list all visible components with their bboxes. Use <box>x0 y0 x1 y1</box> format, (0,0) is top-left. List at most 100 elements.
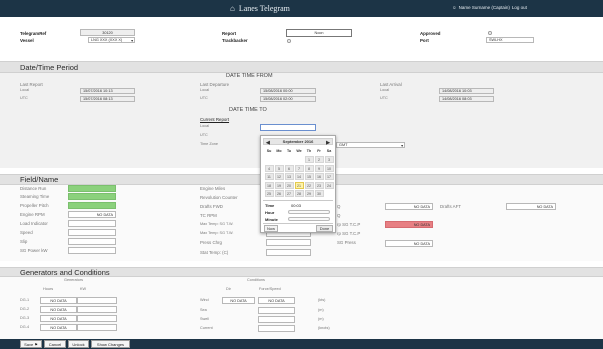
propeller-pitch-label: Propeller Pitch <box>20 203 49 208</box>
last-departure-local-label: Local <box>200 88 210 92</box>
dg4-hours-field[interactable]: NO DATA <box>40 324 77 331</box>
approved-checkbox[interactable] <box>488 31 492 35</box>
day-cell[interactable]: 13 <box>284 173 294 181</box>
propeller-pitch-field[interactable] <box>68 202 116 209</box>
user-name[interactable]: Name Surname (Captain) <box>459 5 510 10</box>
day-cell[interactable]: 6 <box>284 164 294 172</box>
day-cell[interactable]: 1 <box>304 156 314 164</box>
day-cell[interactable]: 17 <box>324 173 334 181</box>
day-cell[interactable]: 18 <box>264 181 274 189</box>
day-cell[interactable]: 22 <box>304 181 314 189</box>
dg3-hours-field[interactable]: NO DATA <box>40 315 77 322</box>
unlock-button[interactable]: Unlock <box>68 340 89 348</box>
dg1-kw-field[interactable] <box>77 297 117 304</box>
port-field[interactable]: SWLHX <box>486 37 534 43</box>
wind-label: Wind <box>200 298 209 302</box>
day-cell[interactable]: 20 <box>284 181 294 189</box>
datepicker-week-row: 1 2 3 <box>264 156 334 165</box>
day-cell[interactable]: 23 <box>314 181 324 189</box>
day-cell[interactable]: 3 <box>324 156 334 164</box>
day-cell[interactable]: 2 <box>314 156 324 164</box>
steaming-time-field[interactable] <box>68 193 116 200</box>
cancel-button[interactable]: Cancel <box>44 340 66 348</box>
press-chrg-field[interactable] <box>266 239 311 246</box>
day-cell[interactable]: 7 <box>294 164 304 172</box>
dg1-hours-field[interactable]: NO DATA <box>40 297 77 304</box>
dg3-kw-field[interactable] <box>77 315 117 322</box>
generators-section-header[interactable]: Generators and Conditions <box>0 267 603 277</box>
report-label: Report <box>222 31 237 36</box>
trackbacker-checkbox[interactable] <box>287 39 291 43</box>
minute-slider[interactable] <box>288 217 330 221</box>
sea-field[interactable] <box>258 307 295 314</box>
last-report-utc-field: 15/07/2016 08:13 <box>80 96 135 102</box>
slip-field[interactable] <box>68 238 116 245</box>
current-field[interactable] <box>258 325 295 332</box>
engine-rpm-label: Engine RPM <box>20 212 45 217</box>
day-cell[interactable]: 29 <box>304 190 314 198</box>
current-report-label: Current Report <box>200 117 230 122</box>
wind-force-field[interactable]: NO DATA <box>258 297 295 304</box>
datepicker-divider <box>263 200 333 201</box>
app-title[interactable]: Lanes Telegram <box>239 4 290 13</box>
day-cell[interactable]: 30 <box>314 190 324 198</box>
day-cell[interactable]: 28 <box>294 190 304 198</box>
day-cell[interactable]: 25 <box>264 190 274 198</box>
vessel-select[interactable]: LNG XXX (XXX X) ▾ <box>88 37 135 43</box>
hour-slider[interactable] <box>288 210 330 214</box>
swell-field[interactable] <box>258 316 295 323</box>
sg-press-field[interactable]: NO DATA <box>385 240 433 247</box>
dg2-hours-field[interactable]: NO DATA <box>40 306 77 313</box>
distance-run-field[interactable] <box>68 185 116 192</box>
timezone-select[interactable]: GMT ▾ <box>336 142 405 148</box>
day-cell[interactable]: 4 <box>264 164 274 172</box>
right-field-1[interactable]: NO DATA <box>385 203 433 210</box>
prev-month-icon[interactable]: ◀ <box>266 140 270 146</box>
day-cell[interactable]: 11 <box>264 173 274 181</box>
engine-rpm-field[interactable]: NO DATA <box>68 211 116 218</box>
day-cell[interactable]: 5 <box>274 164 284 172</box>
right-field-red[interactable]: NO DATA <box>385 221 433 228</box>
hour-label: Hour <box>265 210 275 215</box>
day-cell[interactable]: 8 <box>304 164 314 172</box>
day-cell[interactable]: 16 <box>314 173 324 181</box>
logout-link[interactable]: Log out <box>512 5 527 10</box>
datepicker-month-title: September 2016 <box>282 139 314 144</box>
dg4-kw-field[interactable] <box>77 324 117 331</box>
sg-power-field[interactable] <box>68 247 116 254</box>
day-cell[interactable]: 27 <box>284 190 294 198</box>
day-cell[interactable]: 12 <box>274 173 284 181</box>
user-menu[interactable]: ☺ Name Surname (Captain) Log out <box>452 5 527 10</box>
current-report-local-label: Local <box>200 124 210 128</box>
current-report-local-input[interactable] <box>260 124 316 131</box>
day-cell[interactable]: 26 <box>274 190 284 198</box>
stat-temp-field[interactable] <box>266 249 311 256</box>
wind-dir-field[interactable]: NO DATA <box>222 297 255 304</box>
load-indicator-field[interactable] <box>68 220 116 227</box>
datetime-picker-popup: ◀ September 2016 ▶ Su Mo Tu We Th Fr Sa … <box>260 135 336 233</box>
next-month-icon[interactable]: ▶ <box>326 140 330 146</box>
speed-field[interactable] <box>68 229 116 236</box>
day-cell[interactable]: 15 <box>304 173 314 181</box>
app-brand[interactable]: ⌂ Lanes Telegram <box>230 4 290 13</box>
dg2-kw-field[interactable] <box>77 306 117 313</box>
current-label: Current <box>200 326 213 330</box>
save-button[interactable]: Save ⚑ <box>20 340 42 348</box>
day-cell[interactable]: 24 <box>324 181 334 189</box>
day-cell[interactable]: 14 <box>294 173 304 181</box>
home-icon[interactable]: ⌂ <box>230 4 235 13</box>
datetime-section-header[interactable]: Date/Time Period <box>0 61 603 73</box>
day-cell[interactable]: 10 <box>324 164 334 172</box>
sea-unit: (m) <box>318 308 324 312</box>
day-cell[interactable]: 9 <box>314 164 324 172</box>
now-button[interactable]: Now <box>264 225 278 232</box>
report-type-field[interactable]: Noon <box>286 29 352 37</box>
dg4-label: DG-4 <box>20 325 30 329</box>
drafts-aft-field[interactable]: NO DATA <box>506 203 556 210</box>
day-cell[interactable]: 19 <box>274 181 284 189</box>
day-cell-today[interactable]: 21 <box>294 181 304 189</box>
done-button[interactable]: Done <box>316 225 333 232</box>
dg3-label: DG-3 <box>20 316 30 320</box>
last-departure-local-field: 15/08/2016 00:00 <box>260 88 316 94</box>
show-changes-button[interactable]: Show Changes <box>91 340 130 348</box>
